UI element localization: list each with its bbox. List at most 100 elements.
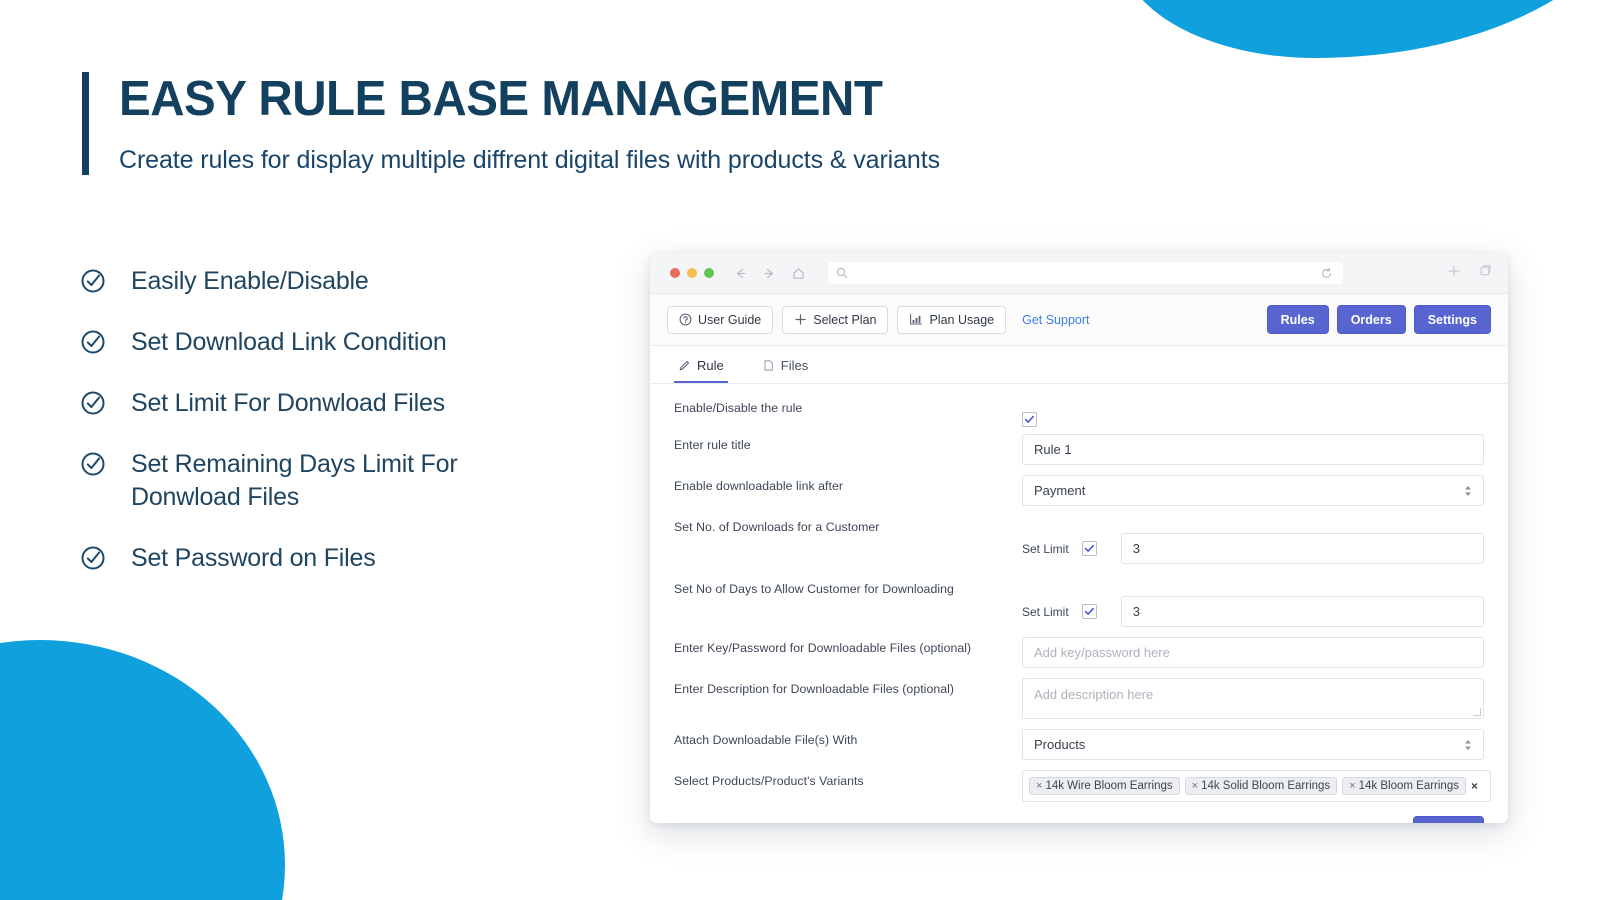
browser-chrome-bar xyxy=(650,253,1508,294)
user-guide-label: User Guide xyxy=(698,312,762,327)
tab-files[interactable]: Files xyxy=(758,358,812,383)
tab-rule[interactable]: Rule xyxy=(674,358,728,383)
window-controls[interactable] xyxy=(670,268,714,278)
feature-label: Set Download Link Condition xyxy=(131,328,447,356)
search-icon xyxy=(836,267,848,279)
form-row-downloads-count: Set No. of Downloads for a Customer Set … xyxy=(674,516,1484,564)
downloads-limit-checkbox[interactable] xyxy=(1081,541,1097,556)
check-circle-icon xyxy=(80,268,106,294)
product-tag[interactable]: × 14k Wire Bloom Earrings xyxy=(1029,777,1180,795)
save-button[interactable]: Save xyxy=(1412,816,1484,823)
downloads-limit-input[interactable]: 3 xyxy=(1120,533,1484,564)
copy-tab-icon[interactable] xyxy=(1478,264,1492,283)
minimize-window-dot[interactable] xyxy=(687,268,697,278)
user-guide-button[interactable]: User Guide xyxy=(667,305,774,334)
tab-rule-label: Rule xyxy=(697,358,724,373)
blue-blob-bottom xyxy=(0,640,285,900)
form-row-days-count: Set No of Days to Allow Customer for Dow… xyxy=(674,568,1484,627)
feature-label: Set Password on Files xyxy=(131,544,376,572)
product-tag[interactable]: × 14k Bloom Earrings xyxy=(1342,777,1466,795)
form-row-description: Enter Description for Downloadable Files… xyxy=(674,678,1484,719)
form-row-key-password: Enter Key/Password for Downloadable File… xyxy=(674,637,1484,668)
form-actions: Save xyxy=(674,802,1484,823)
address-bar[interactable] xyxy=(828,262,1343,284)
form-row-enable-rule: Enable/Disable the rule xyxy=(674,397,1484,430)
downloads-limit-label: Set Limit xyxy=(1022,541,1069,556)
link-after-value: Payment xyxy=(1034,483,1086,498)
check-circle-icon xyxy=(80,545,106,571)
feature-label: Easily Enable/Disable xyxy=(131,267,369,295)
attach-with-select[interactable]: Products xyxy=(1022,729,1484,760)
attach-with-label: Attach Downloadable File(s) With xyxy=(674,733,858,747)
rule-form: Enable/Disable the rule Enter rule title… xyxy=(650,384,1508,823)
form-row-rule-title: Enter rule title Rule 1 xyxy=(674,434,1484,465)
select-plan-button[interactable]: Select Plan xyxy=(782,305,889,334)
product-tag-label: 14k Bloom Earrings xyxy=(1358,780,1459,792)
get-support-link[interactable]: Get Support xyxy=(1022,313,1089,327)
question-circle-icon xyxy=(679,313,692,326)
home-icon[interactable] xyxy=(791,266,806,281)
close-window-dot[interactable] xyxy=(670,268,680,278)
page-subtitle: Create rules for display multiple diffre… xyxy=(119,146,940,175)
back-arrow-icon[interactable] xyxy=(733,266,748,281)
file-icon xyxy=(762,359,775,372)
rule-title-label: Enter rule title xyxy=(674,438,751,452)
enable-rule-label: Enable/Disable the rule xyxy=(674,401,803,415)
form-row-link-after: Enable downloadable link after Payment xyxy=(674,475,1484,506)
page-title: EASY RULE BASE MANAGEMENT xyxy=(119,72,883,126)
plus-icon xyxy=(794,313,807,326)
downloads-count-label: Set No. of Downloads for a Customer xyxy=(674,520,880,534)
form-row-attach-with: Attach Downloadable File(s) With Product… xyxy=(674,729,1484,760)
orders-button[interactable]: Orders xyxy=(1336,305,1406,334)
plan-usage-button[interactable]: Plan Usage xyxy=(897,305,1007,334)
app-toolbar: User Guide Select Plan Plan Usage Get Su… xyxy=(650,294,1508,346)
forward-arrow-icon[interactable] xyxy=(762,266,777,281)
bar-chart-icon xyxy=(909,313,923,326)
select-products-label: Select Products/Product's Variants xyxy=(674,774,864,788)
link-after-label: Enable downloadable link after xyxy=(674,479,843,493)
days-limit-label: Set Limit xyxy=(1022,604,1069,619)
tag-remove-icon[interactable]: × xyxy=(1349,780,1355,792)
rule-title-input[interactable]: Rule 1 xyxy=(1022,434,1484,465)
rules-button[interactable]: Rules xyxy=(1266,305,1329,334)
plan-usage-label: Plan Usage xyxy=(929,312,995,327)
feature-item: Set Password on Files xyxy=(80,542,620,575)
product-tag[interactable]: × 14k Solid Bloom Earrings xyxy=(1184,777,1338,795)
feature-item: Set Remaining Days Limit For Donwload Fi… xyxy=(80,448,620,514)
check-circle-icon xyxy=(80,329,106,355)
product-tag-label: 14k Solid Bloom Earrings xyxy=(1201,780,1331,792)
link-after-select[interactable]: Payment xyxy=(1022,475,1484,506)
enable-rule-checkbox[interactable] xyxy=(1022,412,1037,427)
attach-with-value: Products xyxy=(1034,737,1086,752)
feature-item: Easily Enable/Disable xyxy=(80,265,620,298)
browser-window: User Guide Select Plan Plan Usage Get Su… xyxy=(650,253,1508,823)
reload-icon[interactable] xyxy=(1320,267,1333,280)
tag-remove-icon[interactable]: × xyxy=(1036,780,1042,792)
days-limit-input[interactable]: 3 xyxy=(1120,596,1484,627)
days-count-label: Set No of Days to Allow Customer for Dow… xyxy=(674,582,954,596)
settings-button[interactable]: Settings xyxy=(1413,305,1491,334)
feature-item: Set Download Link Condition xyxy=(80,326,620,359)
tag-remove-icon[interactable]: × xyxy=(1192,780,1198,792)
product-tags-field[interactable]: × 14k Wire Bloom Earrings × 14k Solid Bl… xyxy=(1022,770,1491,802)
key-password-label: Enter Key/Password for Downloadable File… xyxy=(674,641,972,655)
maximize-window-dot[interactable] xyxy=(704,268,714,278)
feature-list: Easily Enable/Disable Set Download Link … xyxy=(80,265,620,603)
tab-strip: Rule Files xyxy=(650,346,1508,384)
heading-accent-bar xyxy=(82,72,89,176)
plus-icon[interactable] xyxy=(1447,264,1461,283)
description-label: Enter Description for Downloadable Files… xyxy=(674,682,955,696)
feature-label: Set Remaining Days Limit For Donwload Fi… xyxy=(131,450,458,511)
days-limit-checkbox[interactable] xyxy=(1081,604,1097,619)
pencil-icon xyxy=(678,359,691,372)
select-plan-label: Select Plan xyxy=(813,312,877,327)
description-textarea[interactable]: Add description here xyxy=(1022,678,1484,719)
check-circle-icon xyxy=(80,451,106,477)
slide-root: EASY RULE BASE MANAGEMENT Create rules f… xyxy=(0,0,1600,900)
feature-item: Set Limit For Donwload Files xyxy=(80,387,620,420)
clear-all-tags-icon[interactable]: × xyxy=(1471,779,1484,793)
chevron-updown-icon xyxy=(1464,739,1472,751)
hero-heading-block: EASY RULE BASE MANAGEMENT Create rules f… xyxy=(82,72,940,176)
key-password-input[interactable]: Add key/password here xyxy=(1022,637,1484,668)
feature-label: Set Limit For Donwload Files xyxy=(131,389,445,417)
